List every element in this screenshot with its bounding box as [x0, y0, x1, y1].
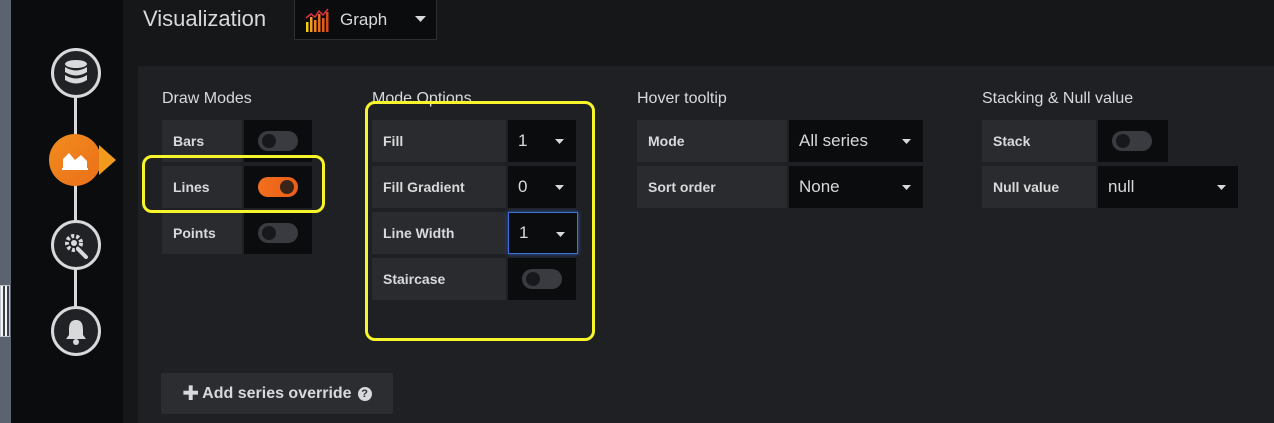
window-edge: [0, 0, 11, 423]
editor-sidenav: [11, 0, 123, 423]
chevron-down-icon: [415, 16, 426, 22]
points-toggle-cell: [244, 212, 312, 254]
nav-step-alert[interactable]: [51, 306, 101, 356]
area-chart-icon: [62, 153, 88, 170]
points-toggle[interactable]: [258, 223, 298, 243]
points-label: Points: [162, 212, 242, 254]
add-series-override-label: Add series override: [202, 384, 352, 402]
question-circle-icon[interactable]: ?: [357, 386, 372, 401]
visualization-name: Graph: [340, 9, 388, 29]
bars-toggle[interactable]: [258, 131, 298, 151]
stack-toggle-cell: [1098, 120, 1168, 162]
nav-step-queries[interactable]: [51, 48, 101, 98]
sort-order-select[interactable]: None: [789, 166, 923, 208]
tooltip-mode-select[interactable]: All series: [789, 120, 923, 162]
mode-options-highlight: [365, 101, 595, 341]
toggle-knob: [262, 134, 276, 148]
stacking-title: Stacking & Null value: [982, 90, 1134, 107]
nav-step-visualization[interactable]: [49, 134, 101, 186]
stack-label: Stack: [982, 120, 1096, 162]
tooltip-mode-row: Mode All series: [637, 120, 923, 162]
sort-order-value: None: [799, 177, 840, 196]
chevron-down-icon: [902, 139, 911, 144]
stack-toggle[interactable]: [1112, 131, 1152, 151]
options-panel: Draw Modes Bars Lines Points Mode Option…: [138, 66, 1274, 423]
chevron-down-icon: [902, 185, 911, 190]
lines-highlight: [142, 155, 325, 213]
nav-connector-line: [74, 85, 77, 335]
sort-order-row: Sort order None: [637, 166, 923, 208]
page-title: Visualization: [143, 6, 267, 31]
visualization-picker[interactable]: Graph: [294, 0, 437, 40]
graph-editor: Visualization Graph Draw Modes Bars Line…: [0, 0, 1274, 423]
sort-order-label: Sort order: [637, 166, 787, 208]
null-value-label: Null value: [982, 166, 1096, 208]
database-icon: [65, 60, 87, 84]
null-value-value: null: [1108, 177, 1135, 196]
graph-bar-icon: [305, 8, 329, 32]
bell-icon: [66, 320, 86, 345]
toggle-knob: [1116, 134, 1130, 148]
hover-tooltip-title: Hover tooltip: [637, 90, 727, 107]
active-step-pointer: [99, 145, 116, 175]
add-series-override-button[interactable]: ✚ Add series override ?: [161, 373, 393, 414]
plus-icon: ✚: [182, 383, 200, 405]
nav-step-general[interactable]: [51, 220, 101, 270]
draw-modes-title: Draw Modes: [162, 90, 252, 107]
tooltip-mode-label: Mode: [637, 120, 787, 162]
resize-handle[interactable]: [0, 285, 10, 337]
points-row: Points: [162, 212, 312, 254]
toggle-knob: [262, 226, 276, 240]
chevron-down-icon: [1217, 185, 1226, 190]
stack-row: Stack: [982, 120, 1168, 162]
null-value-select[interactable]: null: [1098, 166, 1238, 208]
tooltip-mode-value: All series: [799, 131, 868, 150]
gear-wrench-icon: [65, 234, 88, 259]
null-value-row: Null value null: [982, 166, 1238, 208]
